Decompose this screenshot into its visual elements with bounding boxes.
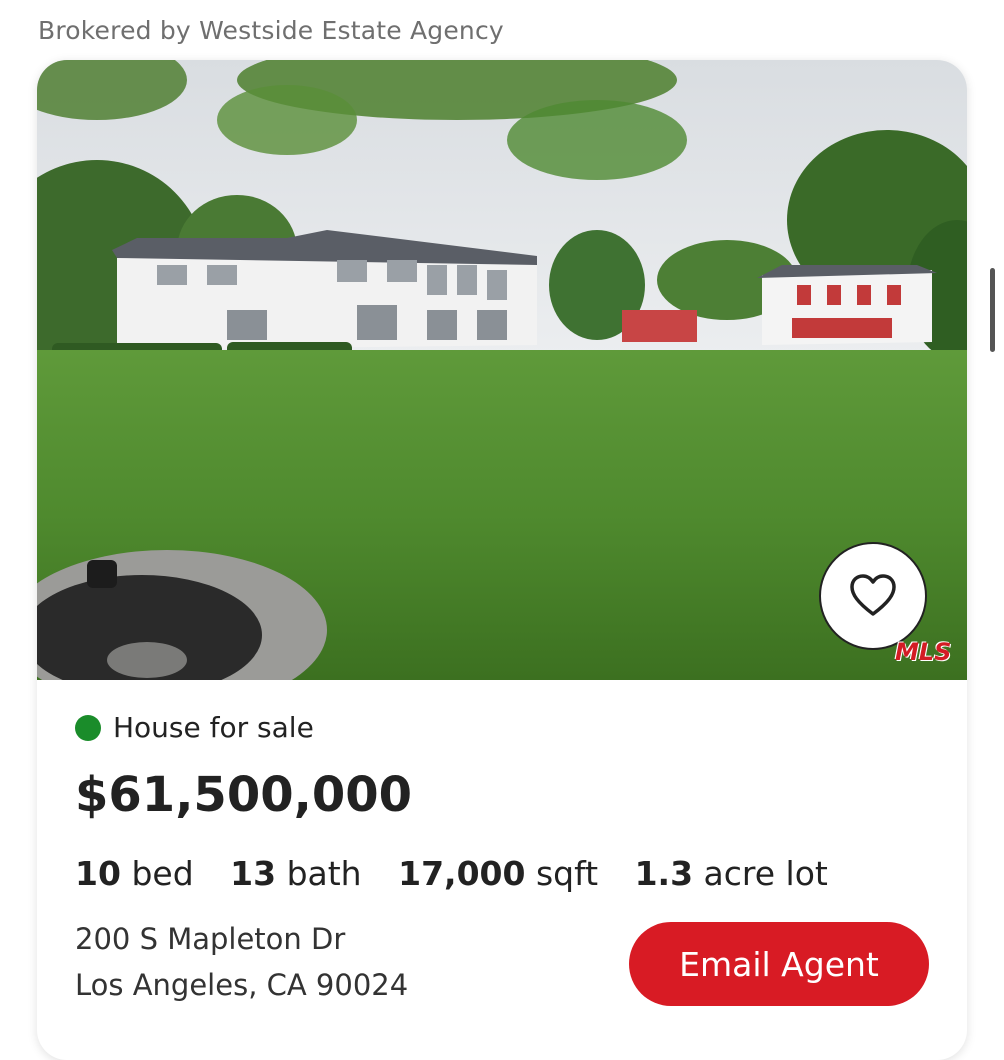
listing-status: House for sale [75,711,314,744]
spec-sqft: 17,000 sqft [398,854,599,893]
listing-address: 200 S Mapleton Dr Los Angeles, CA 90024 [75,916,408,1008]
spec-baths: 13 bath [230,854,362,893]
email-agent-button[interactable]: Email Agent [629,922,929,1006]
listing-specs: 10 bed 13 bath 17,000 sqft 1.3 acre lot [75,854,854,893]
spec-beds: 10 bed [75,854,194,893]
scrollbar[interactable] [990,268,995,352]
listing-card[interactable]: MLS House for sale $61,500,000 10 bed 13… [37,60,967,1060]
status-dot-icon [75,714,101,741]
listing-price: $61,500,000 [75,767,413,823]
heart-icon [850,574,896,616]
status-label: House for sale [113,711,314,744]
listing-photo[interactable]: MLS [37,60,967,680]
address-line1: 200 S Mapleton Dr [75,922,346,956]
mls-logo: MLS [895,638,952,666]
address-line2: Los Angeles, CA 90024 [75,968,409,1002]
favorite-button[interactable] [819,542,927,650]
brokered-by-text: Brokered by Westside Estate Agency [38,16,504,45]
spec-lot: 1.3 acre lot [634,854,828,893]
